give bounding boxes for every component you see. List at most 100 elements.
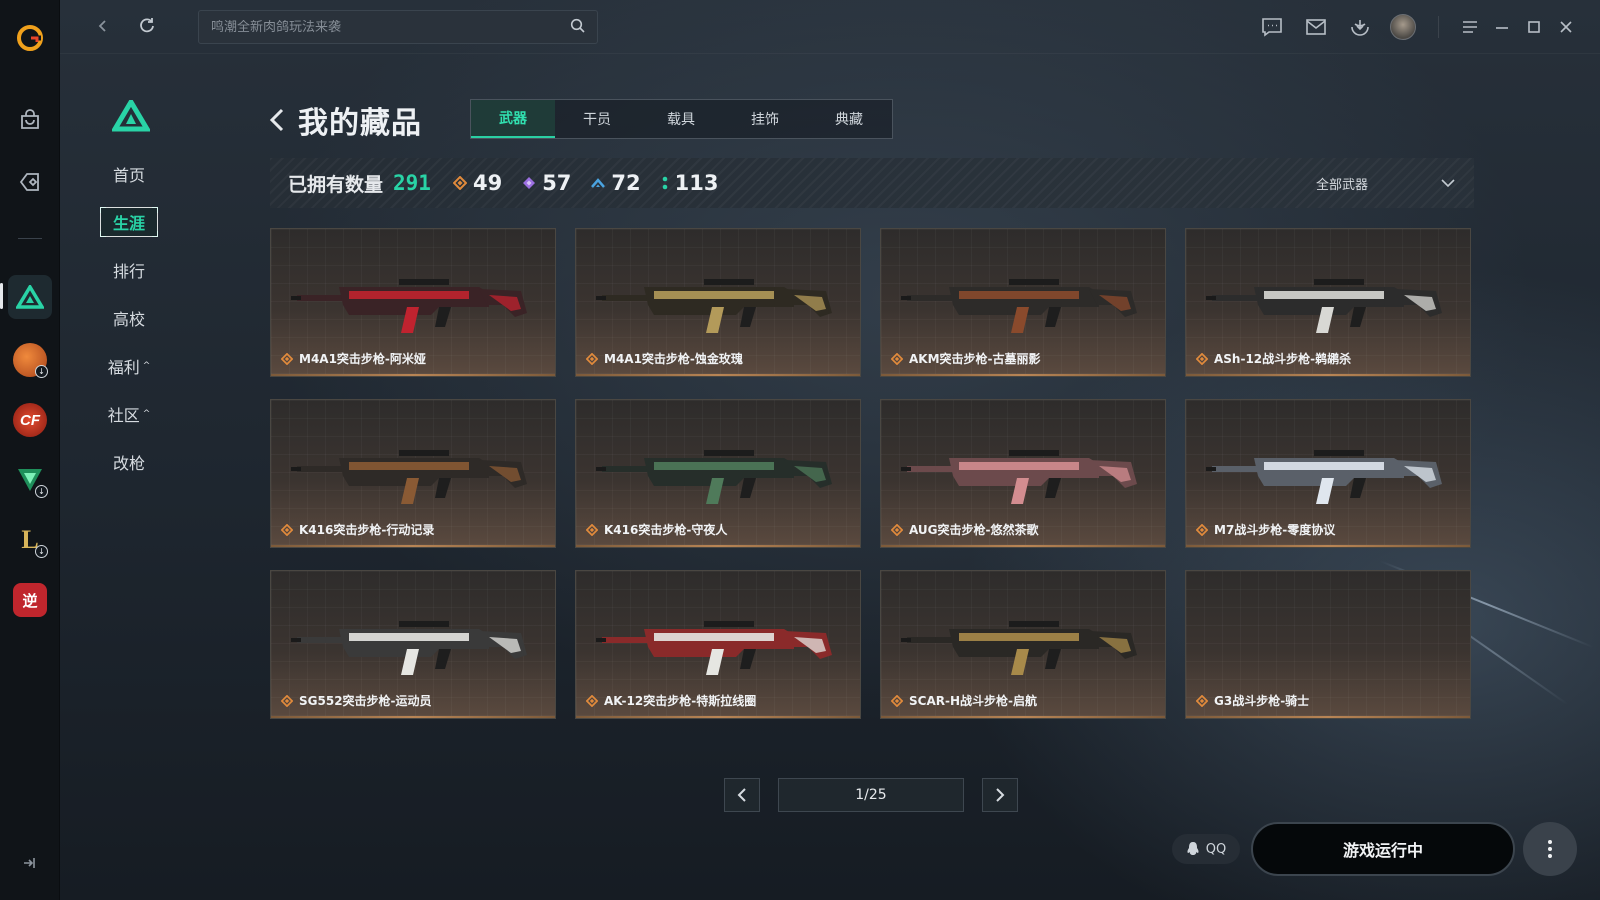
chevron-down-icon [1441, 179, 1455, 188]
back-arrow-icon[interactable] [268, 103, 292, 137]
league-game-icon[interactable]: L ↓ [8, 518, 52, 562]
store-bag-icon[interactable] [8, 98, 52, 142]
tab-charms[interactable]: 挂饰 [723, 100, 807, 138]
weapon-card[interactable]: K416突击步枪-行动记录 [270, 399, 556, 548]
next-page-button[interactable] [982, 778, 1018, 812]
nav-welfare[interactable]: 福利 ^ [100, 351, 158, 381]
user-avatar[interactable] [1390, 14, 1416, 40]
chat-icon[interactable] [1259, 14, 1285, 40]
orange-diamond-icon [891, 694, 903, 707]
weapon-image [291, 450, 527, 504]
weapon-name: ASh-12战斗步枪-鹈鹕杀 [1214, 352, 1352, 366]
close-icon[interactable] [1553, 14, 1579, 40]
chevron-up-icon: ^ [142, 409, 151, 419]
green-dots-icon [662, 176, 667, 190]
maximize-icon[interactable] [1521, 14, 1547, 40]
left-rail: ↓ CF ↓ L ↓ 逆 [0, 0, 60, 900]
weapon-card[interactable]: ASh-12战斗步枪-鹈鹕杀 [1185, 228, 1471, 377]
purple-diamond-icon [523, 177, 536, 189]
orange-diamond-icon [452, 176, 467, 190]
ni-game-icon[interactable]: 逆 [8, 578, 52, 622]
orange-diamond-icon [1196, 523, 1208, 536]
qq-label: QQ [1205, 841, 1227, 857]
weapon-name: K416突击步枪-守夜人 [604, 523, 728, 537]
item-grid: M4A1突击步枪-阿米娅 M4A1突击步枪-蚀金玫瑰 AKM突击步枪-古墓丽影 ASh… [270, 228, 1474, 720]
weapon-card[interactable]: SCAR-H战斗步枪-启航 [880, 570, 1166, 719]
page-indicator: 1/25 [778, 778, 964, 812]
orange-diamond-icon [1196, 352, 1208, 365]
download-manager-icon[interactable] [1347, 14, 1373, 40]
nav-career[interactable]: 生涯 [100, 207, 158, 237]
tab-operators[interactable]: 干员 [555, 100, 639, 138]
qq-penguin-icon [1187, 842, 1199, 855]
weapon-filter-dropdown[interactable]: 全部武器 [1316, 170, 1456, 196]
orange-diamond-icon [891, 352, 903, 365]
vertical-dots-icon [1548, 840, 1552, 858]
search-input[interactable] [211, 19, 570, 35]
weapon-name: M4A1突击步枪-阿米娅 [299, 352, 426, 366]
app-logo-icon[interactable] [8, 16, 52, 60]
nav-home[interactable]: 首页 [100, 159, 158, 189]
weapon-name: AUG突击步枪-悠然茶歌 [909, 523, 1039, 537]
blue-chevron-icon [591, 178, 606, 188]
nav-community[interactable]: 社区 ^ [100, 399, 158, 429]
rarity-count: 113 [674, 171, 719, 195]
nav-gun-mod[interactable]: 改枪 [100, 447, 158, 477]
tab-collection[interactable]: 典藏 [807, 100, 891, 138]
weapon-card[interactable]: AUG突击步枪-悠然茶歌 [880, 399, 1166, 548]
owned-label: 已拥有数量 [288, 173, 384, 196]
weapon-label: AK-12突击步枪-特斯拉线圈 [586, 692, 756, 709]
weapon-card[interactable]: SG552突击步枪-运动员 [270, 570, 556, 719]
search-bar [198, 10, 598, 44]
chevron-up-icon: ^ [142, 361, 151, 371]
crossfire-game-icon[interactable]: CF [8, 398, 52, 442]
weapon-label: M4A1突击步枪-阿米娅 [281, 350, 426, 367]
rarity-count: 49 [472, 171, 503, 195]
orange-diamond-icon [1196, 694, 1208, 707]
orange-diamond-icon [891, 523, 903, 536]
weapon-card[interactable]: K416突击步枪-守夜人 [575, 399, 861, 548]
delta-force-game-icon[interactable] [8, 275, 52, 319]
rarity-count: 57 [542, 171, 572, 195]
qq-button[interactable]: QQ [1172, 834, 1240, 864]
rarity-blue: 72 [591, 171, 641, 195]
orange-diamond-icon [586, 352, 598, 365]
orange-diamond-icon [281, 352, 293, 365]
nav-ranking[interactable]: 排行 [100, 255, 158, 285]
nav-label: 排行 [112, 262, 145, 281]
nav-college[interactable]: 高校 [100, 303, 158, 333]
weapon-image [596, 279, 832, 333]
more-options-button[interactable] [1523, 822, 1577, 876]
tab-vehicles[interactable]: 载具 [639, 100, 723, 138]
search-icon[interactable] [570, 18, 585, 37]
game-running-button[interactable]: 游戏运行中 [1251, 822, 1515, 876]
mail-icon[interactable] [1303, 14, 1329, 40]
back-nav-button[interactable] [90, 13, 116, 39]
topbar-divider [1438, 16, 1439, 38]
weapon-label: SCAR-H战斗步枪-启航 [891, 692, 1037, 709]
valorant-like-game-icon[interactable]: ↓ [8, 458, 52, 502]
weapon-name: M4A1突击步枪-蚀金玫瑰 [604, 352, 743, 366]
menu-icon[interactable] [1457, 14, 1483, 40]
refresh-button[interactable] [134, 13, 160, 39]
weapon-card[interactable]: G3战斗步枪-骑士 [1185, 570, 1471, 719]
weapon-card[interactable]: AKM突击步枪-古墓丽影 [880, 228, 1166, 377]
prev-page-button[interactable] [724, 778, 760, 812]
category-tabs: 武器 干员 载具 挂饰 典藏 [470, 99, 893, 139]
weapon-name: G3战斗步枪-骑士 [1214, 694, 1310, 708]
download-badge-icon: ↓ [35, 485, 48, 498]
weapon-card[interactable]: M4A1突击步枪-阿米娅 [270, 228, 556, 377]
weapon-card[interactable]: M4A1突击步枪-蚀金玫瑰 [575, 228, 861, 377]
basketball-game-icon[interactable]: ↓ [8, 338, 52, 382]
game-tag-icon[interactable] [8, 160, 52, 204]
nav-label: 生涯 [112, 214, 145, 233]
nav-label: 社区 [107, 406, 140, 425]
collapse-sidebar-icon[interactable] [18, 852, 40, 874]
weapon-card[interactable]: AK-12突击步枪-特斯拉线圈 [575, 570, 861, 719]
weapon-image [596, 450, 832, 504]
weapon-card[interactable]: M7战斗步枪-零度协议 [1185, 399, 1471, 548]
tab-weapons[interactable]: 武器 [471, 100, 555, 138]
orange-diamond-icon [281, 694, 293, 707]
minimize-icon[interactable] [1489, 14, 1515, 40]
filter-label: 全部武器 [1316, 177, 1369, 193]
